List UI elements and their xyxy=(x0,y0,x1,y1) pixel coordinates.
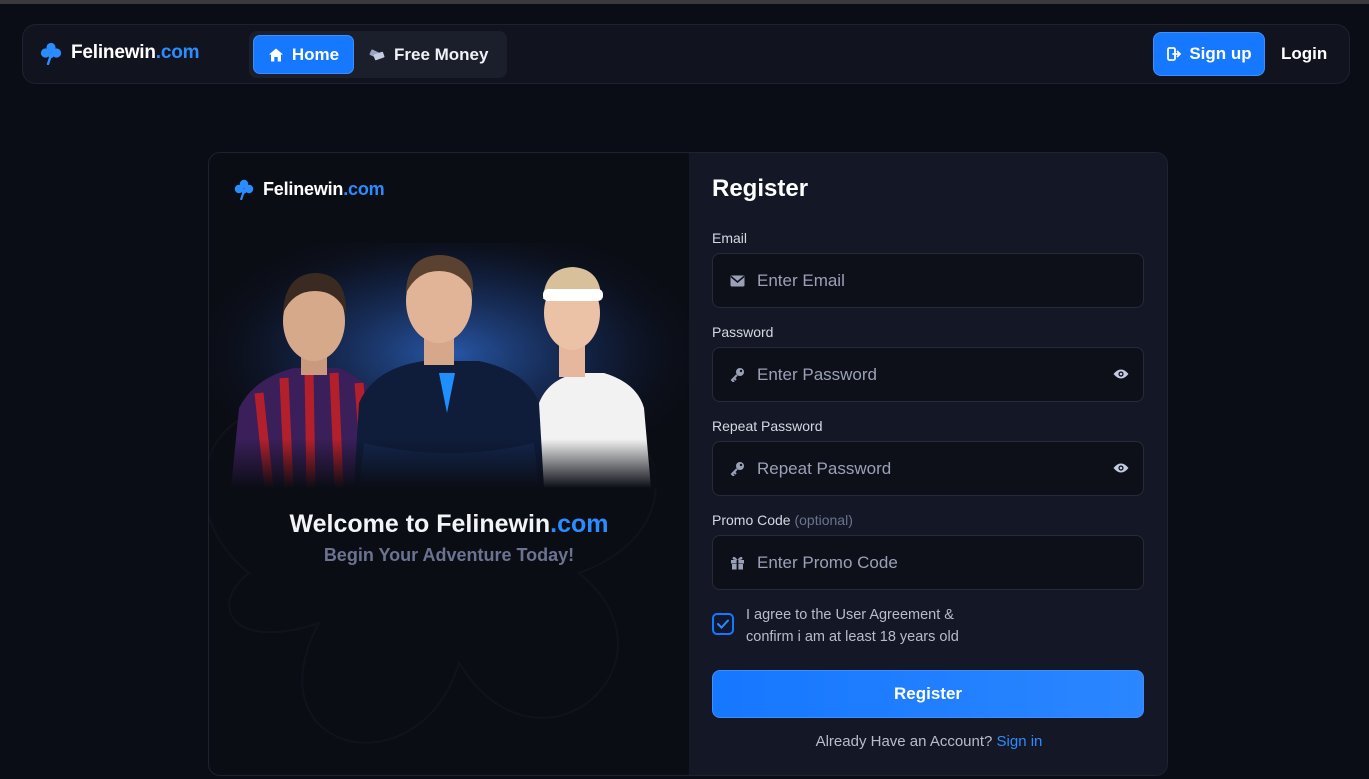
signup-label: Sign up xyxy=(1189,44,1252,63)
welcome-panel: Felinewin.com Welcome to Felinewin.com B… xyxy=(209,153,689,775)
agree-line-2: confirm i am at least 18 years old xyxy=(746,629,959,645)
email-field[interactable] xyxy=(712,253,1144,308)
promo-optional-hint: (optional) xyxy=(794,512,853,528)
eye-icon[interactable] xyxy=(1113,367,1129,385)
email-input[interactable] xyxy=(757,270,1087,291)
promo-code-input[interactable] xyxy=(757,552,1087,573)
promo-code-field[interactable] xyxy=(712,535,1144,590)
agree-text: I agree to the User Agreement & confirm … xyxy=(746,604,959,648)
brand-logo[interactable]: Felinewin.com xyxy=(39,41,200,65)
repeat-password-input[interactable] xyxy=(757,458,1087,479)
home-icon xyxy=(268,48,283,61)
athletes-hero-image xyxy=(209,243,689,488)
window-top-border xyxy=(0,0,1369,4)
email-label: Email xyxy=(712,230,748,246)
clover-icon xyxy=(40,42,62,65)
signup-icon xyxy=(1167,47,1182,61)
already-account-text: Already Have an Account? Sign in xyxy=(815,733,1043,750)
nav-tabs: Home Free Money xyxy=(249,31,507,78)
agree-checkbox[interactable] xyxy=(712,613,734,635)
register-title: Register xyxy=(712,175,809,202)
login-button[interactable]: Login xyxy=(1281,32,1327,76)
gift-icon xyxy=(729,555,745,571)
key-icon xyxy=(729,461,745,477)
register-form: Register Email Password Repeat Password xyxy=(689,153,1167,775)
clover-icon xyxy=(234,179,254,200)
password-label: Password xyxy=(712,324,774,340)
register-modal: Felinewin.com Welcome to Felinewin.com B… xyxy=(208,152,1168,776)
promo-code-label: Promo Code (optional) xyxy=(712,512,853,528)
nav-home-label: Home xyxy=(291,44,340,64)
signup-button[interactable]: Sign up xyxy=(1153,32,1265,76)
welcome-heading: Welcome to Felinewin.com xyxy=(289,510,609,538)
nav-free-money-button[interactable]: Free Money xyxy=(369,35,488,74)
brand-name: Felinewin.com xyxy=(71,42,200,63)
repeat-password-field[interactable] xyxy=(712,441,1144,496)
password-input[interactable] xyxy=(757,364,1087,385)
agree-line-1: I agree to the User Agreement & xyxy=(746,607,954,623)
panel-brand-name: Felinewin.com xyxy=(263,178,385,199)
welcome-subtitle: Begin Your Adventure Today! xyxy=(323,545,575,565)
eye-icon[interactable] xyxy=(1113,461,1129,479)
mail-icon xyxy=(729,273,745,289)
sign-in-link[interactable]: Sign in xyxy=(997,733,1043,750)
check-icon xyxy=(717,619,729,629)
nav-free-money-label: Free Money xyxy=(394,44,489,64)
money-icon xyxy=(369,48,385,60)
panel-brand-logo: Felinewin.com xyxy=(233,178,385,200)
password-field[interactable] xyxy=(712,347,1144,402)
nav-home-button[interactable]: Home xyxy=(253,35,354,74)
register-button[interactable]: Register xyxy=(712,670,1144,718)
top-navbar: Felinewin.com Home Free Money Sign up Lo… xyxy=(22,24,1350,84)
key-icon xyxy=(729,367,745,383)
repeat-password-label: Repeat Password xyxy=(712,418,823,434)
